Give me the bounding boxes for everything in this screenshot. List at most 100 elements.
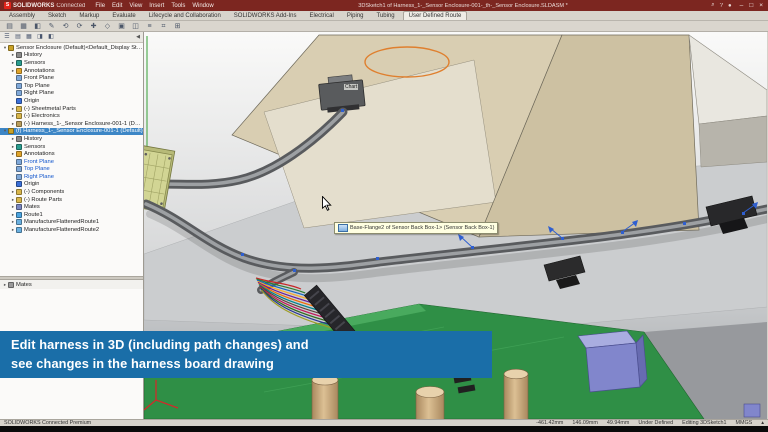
- maximize-button[interactable]: □: [749, 2, 753, 9]
- origin-icon: [16, 181, 22, 188]
- menu-window[interactable]: Window: [191, 3, 214, 9]
- window-controls: – □ ×: [740, 2, 763, 9]
- user-icon[interactable]: ●: [728, 3, 732, 9]
- tree-item-manufactureflattenedroute1[interactable]: ▸ ManufactureFlattenedRoute1: [0, 219, 143, 227]
- folder-icon: [16, 105, 22, 112]
- property-manager-tab-icon[interactable]: ▤: [14, 33, 22, 41]
- edit-route-icon[interactable]: ◇: [103, 22, 112, 31]
- tree-item-annotations[interactable]: ▸ Annotations: [0, 67, 143, 75]
- logo-edition: Connected: [56, 2, 86, 9]
- menu-tools[interactable]: Tools: [170, 3, 186, 9]
- collapse-panel-icon[interactable]: ◀: [136, 34, 140, 40]
- menu-file[interactable]: File: [94, 3, 106, 9]
- tree-item-route1[interactable]: ▸ Route1: [0, 211, 143, 219]
- tree-item-origin[interactable]: Origin: [0, 181, 143, 189]
- tree-item-label: Sensor Enclosure (Default)<Default_Displ…: [16, 44, 143, 51]
- banner-line2: see changes in the harness board drawing: [11, 355, 274, 371]
- tab-electrical[interactable]: Electrical: [304, 12, 338, 20]
- add-route-icon[interactable]: ✚: [89, 22, 98, 31]
- tree-item-label: Right Plane: [24, 173, 54, 180]
- callout-banner: Edit harness in 3D (including path chang…: [0, 331, 492, 378]
- tree-item-origin[interactable]: Origin: [0, 97, 143, 105]
- tree-item-label: Route1: [24, 211, 43, 218]
- tree-item-sensor-enclosure-default-default-display-s[interactable]: ▾ Sensor Enclosure (Default)<Default_Disp…: [0, 44, 143, 52]
- auto-route-icon[interactable]: ▣: [117, 22, 126, 31]
- logo-name: SOLIDWORKS: [13, 2, 55, 9]
- tree-item-label: (-) Harness_1-_Sensor Enclosure-001-1 (D…: [24, 120, 143, 127]
- tree-item-sensors[interactable]: ▸ Sensors: [0, 59, 143, 67]
- tree-item-right-plane[interactable]: Right Plane: [0, 90, 143, 98]
- tree-item-sheetmetal-parts[interactable]: ▸ (-) Sheetmetal Parts: [0, 105, 143, 113]
- tree-item-top-plane[interactable]: Top Plane: [0, 82, 143, 90]
- menu-insert[interactable]: Insert: [148, 3, 165, 9]
- minimize-button[interactable]: –: [740, 2, 744, 9]
- menu-edit[interactable]: Edit: [111, 3, 123, 9]
- status-units: MMGS: [735, 420, 753, 426]
- tab-assembly[interactable]: Assembly: [4, 12, 40, 20]
- status-status-expander: ▴: [761, 420, 764, 426]
- tree-item-sensors[interactable]: ▸ Sensors: [0, 143, 143, 151]
- section-view-icon[interactable]: ⊞: [173, 22, 182, 31]
- feature-thumbnail-icon: [338, 224, 348, 232]
- route-flat-icon: [16, 227, 22, 234]
- solidworks-window: S SOLIDWORKS Connected File Edit View Inser…: [0, 0, 768, 432]
- tree-item-mates[interactable]: ▸ Mates: [0, 203, 143, 211]
- tooltip-text: Base-Flange2 of Sensor Back Box-1> (Sens…: [350, 225, 495, 231]
- tree-item-label: History: [24, 52, 43, 59]
- feature-manager-tab-icon[interactable]: ☰: [3, 33, 11, 41]
- selection-tooltip: Base-Flange2 of Sensor Back Box-1> (Sens…: [334, 222, 499, 234]
- redo-icon[interactable]: ⟳: [75, 22, 84, 31]
- tree-item-label: Top Plane: [24, 82, 50, 89]
- tree-item-label: ManufactureFlattenedRoute1: [24, 219, 100, 226]
- dimxpert-manager-tab-icon[interactable]: ◨: [36, 33, 44, 41]
- tab-tubing[interactable]: Tubing: [372, 12, 400, 20]
- tab-lifecycle-and-collaboration[interactable]: Lifecycle and Collaboration: [144, 12, 226, 20]
- route-icon: [16, 211, 22, 218]
- tree-item-components[interactable]: ▸ (-) Components: [0, 188, 143, 196]
- tree-item-top-plane[interactable]: Top Plane: [0, 166, 143, 174]
- tab-user-defined-route[interactable]: User Defined Route: [402, 11, 468, 20]
- save-icon[interactable]: ◧: [33, 22, 42, 31]
- status-coordinate-x: -461.42mm: [536, 420, 564, 426]
- tree-item-label: ManufactureFlattenedRoute2: [24, 227, 100, 234]
- menu-view[interactable]: View: [128, 3, 143, 9]
- search-icon[interactable]: ⌕: [711, 2, 714, 9]
- title-bar: S SOLIDWORKS Connected File Edit View Inser…: [0, 0, 768, 11]
- tab-solidworks-add-ins[interactable]: SOLIDWORKS Add-Ins: [229, 12, 302, 20]
- measure-icon[interactable]: ⌗: [159, 22, 168, 31]
- tree-item-history[interactable]: ▸ History: [0, 135, 143, 143]
- feature-tree: ▾ Sensor Enclosure (Default)<Default_Disp…: [0, 43, 143, 234]
- tree-item-harness-1-sensor-enclosure-001-1-default[interactable]: ▸ (-) Harness_1-_Sensor Enclosure-001-1 (…: [0, 120, 143, 128]
- tree-item-route-parts[interactable]: ▸ (-) Route Parts: [0, 196, 143, 204]
- tab-piping[interactable]: Piping: [342, 12, 369, 20]
- help-icon[interactable]: ?: [720, 3, 723, 9]
- tree-item-history[interactable]: ▸ History: [0, 52, 143, 60]
- mouse-cursor: [322, 196, 332, 211]
- tree-item-f-harness-1-sensor-enclosure-001-1-default[interactable]: ▾ (f) Harness_1-_Sensor Enclosure-001-1 (…: [0, 127, 143, 136]
- tree-item-annotations[interactable]: ▸ Annotations: [0, 150, 143, 158]
- tree-item-right-plane[interactable]: Right Plane: [0, 173, 143, 181]
- tree-item-label: Front Plane: [24, 75, 54, 82]
- plane-icon: [16, 173, 22, 180]
- mates-icon: [8, 281, 14, 288]
- tree-item-front-plane[interactable]: Front Plane: [0, 158, 143, 166]
- tree-item-front-plane[interactable]: Front Plane: [0, 74, 143, 82]
- tree-item-label: Mates: [16, 281, 32, 288]
- flatten-route-icon[interactable]: ◫: [131, 22, 140, 31]
- configuration-manager-tab-icon[interactable]: ▦: [25, 33, 33, 41]
- undo-icon[interactable]: ⟲: [61, 22, 70, 31]
- display-manager-tab-icon[interactable]: ◧: [47, 33, 55, 41]
- plane-icon: [16, 82, 22, 89]
- tab-sketch[interactable]: Sketch: [43, 12, 71, 20]
- open-icon[interactable]: ▦: [19, 22, 28, 31]
- sketch-icon[interactable]: ✎: [47, 22, 56, 31]
- tab-evaluate[interactable]: Evaluate: [107, 12, 140, 20]
- route-properties-icon[interactable]: ≡: [145, 22, 154, 31]
- close-button[interactable]: ×: [759, 2, 763, 9]
- tree-item-manufactureflattenedroute2[interactable]: ▸ ManufactureFlattenedRoute2: [0, 226, 143, 234]
- tab-markup[interactable]: Markup: [74, 12, 104, 20]
- tree-item-mates-section[interactable]: ▸ Mates: [0, 280, 143, 289]
- tree-item-electronics[interactable]: ▸ (-) Electronics: [0, 112, 143, 120]
- status-product-name: SOLIDWORKS Connected Premium: [4, 420, 92, 426]
- new-document-icon[interactable]: ▤: [5, 22, 14, 31]
